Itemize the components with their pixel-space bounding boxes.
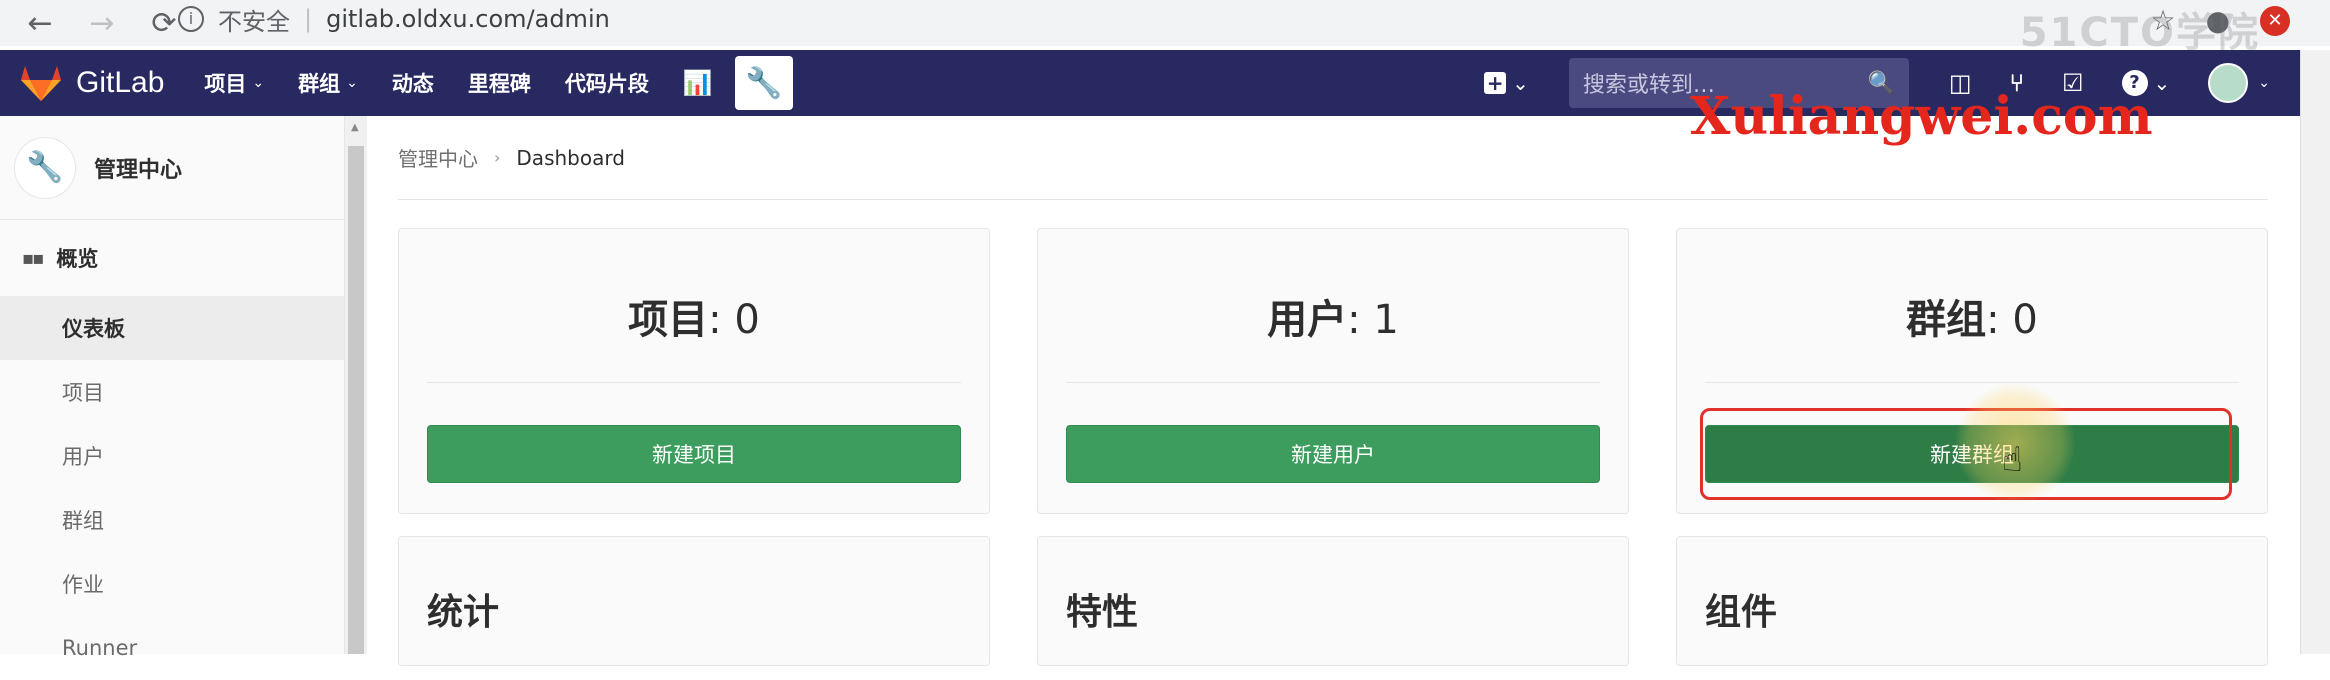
projects-count-label: 项目 — [628, 297, 709, 343]
card-divider — [1066, 382, 1600, 383]
scroll-up-icon[interactable]: ▲ — [351, 122, 359, 133]
chevron-down-icon: ⌄ — [346, 75, 358, 91]
address-separator: | — [304, 5, 313, 33]
forward-icon[interactable]: → — [80, 6, 124, 41]
sidebar-item-dashboard[interactable]: 仪表板 — [0, 296, 344, 360]
chart-icon[interactable]: 📊 — [683, 69, 713, 97]
back-icon[interactable]: ← — [18, 6, 62, 41]
features-heading: 特性 — [1066, 592, 1139, 633]
sidebar-item-projects[interactable]: 项目 — [0, 360, 344, 424]
chevron-down-icon: ⌄ — [1512, 71, 1529, 95]
security-label: 不安全 — [218, 7, 290, 36]
chevron-down-icon: ⌄ — [2153, 71, 2171, 95]
brand-name: GitLab — [76, 66, 165, 99]
url-text[interactable]: gitlab.oldxu.com/admin — [326, 5, 610, 33]
users-count: 用户: 1 — [1038, 287, 1628, 345]
sidebar-item-groups[interactable]: 群组 — [0, 488, 344, 552]
watermark-text: Xuliangwei.com — [1690, 86, 2153, 147]
grid-icon: ▪▪ — [22, 247, 44, 269]
statistics-card: 统计 — [398, 536, 990, 666]
sidebar-scrollbar[interactable]: ▲ — [345, 116, 367, 654]
extension-icon[interactable]: ✕ — [2260, 5, 2290, 36]
nav-projects-label: 项目 — [204, 72, 247, 96]
users-card: 用户: 1 新建用户 — [1037, 228, 1629, 514]
projects-count-value: : 0 — [708, 297, 760, 343]
sidebar-item-runners[interactable]: Runner — [0, 616, 344, 680]
chevron-down-icon: ⌄ — [252, 75, 265, 91]
users-count-value: : 1 — [1347, 297, 1399, 343]
breadcrumb-root[interactable]: 管理中心 — [398, 143, 478, 172]
nav-projects[interactable]: 项目 ⌄ — [204, 68, 264, 98]
new-project-button[interactable]: 新建项目 — [427, 425, 961, 483]
avatar[interactable] — [2208, 63, 2249, 103]
new-dropdown-button[interactable]: + ⌄ — [1484, 71, 1529, 95]
sidebar-header[interactable]: 🔧 管理中心 — [0, 116, 344, 220]
breadcrumb-current: Dashboard — [516, 145, 625, 170]
plus-icon: + — [1484, 72, 1507, 94]
projects-count: 项目: 0 — [399, 287, 989, 345]
card-divider — [427, 382, 961, 383]
sidebar-group-label: 概览 — [56, 247, 99, 271]
new-user-button[interactable]: 新建用户 — [1066, 425, 1600, 483]
sidebar-item-overview[interactable]: ▪▪ 概览 — [0, 220, 344, 296]
nav-groups[interactable]: 群组 ⌄ — [298, 68, 358, 98]
groups-count-value: : 0 — [1986, 297, 2038, 343]
card-divider — [1705, 382, 2239, 383]
gitlab-fox-icon — [20, 64, 62, 102]
nav-snippets[interactable]: 代码片段 — [565, 68, 649, 98]
nav-groups-label: 群组 — [298, 72, 341, 96]
groups-count-label: 群组 — [1906, 297, 1987, 343]
sidebar-item-jobs[interactable]: 作业 — [0, 552, 344, 616]
features-card: 特性 — [1037, 536, 1629, 666]
sidebar-title: 管理中心 — [94, 157, 183, 183]
sidebar-item-users[interactable]: 用户 — [0, 424, 344, 488]
wrench-icon: 🔧 — [14, 136, 76, 199]
browser-toolbar: ← → ⟳ i 不安全 | gitlab.oldxu.com/admin ☆ ●… — [0, 0, 2330, 56]
projects-card: 项目: 0 新建项目 — [398, 228, 990, 514]
page-scrollbar[interactable] — [2300, 50, 2330, 654]
gitlab-logo[interactable]: GitLab — [20, 64, 204, 102]
components-card: 组件 — [1676, 536, 2268, 666]
groups-count: 群组: 0 — [1677, 287, 2267, 345]
nav-activity[interactable]: 动态 — [392, 68, 434, 98]
users-count-label: 用户 — [1267, 297, 1348, 343]
statistics-heading: 统计 — [427, 592, 500, 633]
address-bar[interactable]: i 不安全 | gitlab.oldxu.com/admin — [178, 2, 610, 36]
components-heading: 组件 — [1705, 592, 1778, 633]
admin-sidebar: 🔧 管理中心 ▪▪ 概览 仪表板 项目 用户 群组 作业 Runner — [0, 116, 345, 660]
chevron-right-icon: › — [494, 148, 501, 167]
nav-milestones[interactable]: 里程碑 — [468, 68, 531, 98]
hand-cursor-icon: ☝ — [2002, 440, 2023, 480]
chevron-down-icon[interactable]: ⌄ — [2258, 75, 2270, 91]
wrench-icon: 🔧 — [745, 65, 783, 101]
info-icon[interactable]: i — [178, 6, 204, 32]
scrollbar-thumb[interactable] — [348, 146, 364, 654]
admin-wrench-button[interactable]: 🔧 — [734, 56, 793, 110]
